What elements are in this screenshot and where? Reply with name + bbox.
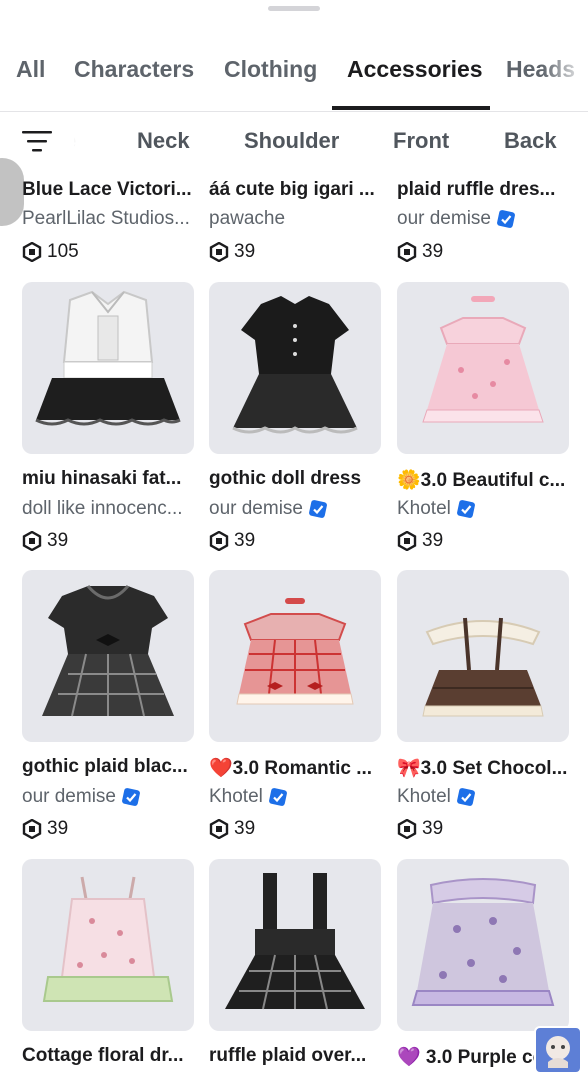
item-thumbnail[interactable]: [209, 859, 381, 1031]
price-value: 39: [422, 241, 444, 262]
tab-characters[interactable]: Characters: [74, 56, 194, 83]
subtab-back[interactable]: Back: [504, 128, 557, 154]
cottage-floral-dress-image: [42, 876, 174, 1002]
pink-floral-dress-image: [422, 296, 544, 423]
verified-badge-icon: [122, 788, 140, 806]
verified-badge-icon: [456, 788, 475, 806]
item-name: Cottage floral dr...: [22, 1045, 184, 1066]
verified-badge-icon: [268, 788, 287, 806]
filter-icon: [22, 131, 52, 152]
item-price: 39: [209, 530, 255, 552]
item-thumbnail[interactable]: [22, 282, 194, 454]
item-thumbnail[interactable]: [397, 859, 569, 1031]
item-creator[interactable]: Khotel: [397, 498, 573, 520]
purple-floral-dress-image: [411, 878, 555, 1006]
item-creator[interactable]: our demise: [22, 786, 198, 808]
item-price: 39: [397, 818, 443, 840]
subtab-neck[interactable]: Neck: [137, 128, 190, 154]
sheet-grabber[interactable]: [268, 6, 320, 11]
price-value: 39: [47, 530, 69, 551]
subtab-front[interactable]: Front: [393, 128, 449, 154]
item-thumbnail[interactable]: [209, 282, 381, 454]
item-name: 🌼3.0 Beautiful c...: [397, 470, 566, 491]
price-value: 39: [422, 818, 444, 839]
creator-name: Khotel: [397, 786, 451, 807]
item-name: gothic plaid blac...: [22, 756, 188, 777]
item-name: gothic doll dress: [209, 468, 362, 489]
item-creator[interactable]: pawache: [209, 208, 385, 230]
creator-name: PearlLilac Studios...: [22, 208, 190, 229]
item-name: áá cute big igari ...: [209, 179, 375, 200]
price-value: 39: [47, 818, 69, 839]
robux-icon: [22, 531, 42, 551]
creator-name: Khotel: [209, 786, 263, 807]
item-creator[interactable]: our demise: [209, 498, 385, 520]
item-name: 🎀3.0 Set Chocol...: [397, 758, 568, 779]
creator-name: our demise: [22, 786, 116, 807]
item-price: 39: [209, 241, 255, 263]
item-price: 105: [22, 241, 79, 263]
price-value: 39: [234, 818, 256, 839]
creator-name: pawache: [209, 208, 286, 229]
category-tabs: All Characters Clothing Accessories Head…: [0, 36, 588, 112]
item-thumbnail[interactable]: [22, 570, 194, 742]
creator-name: our demise: [397, 208, 491, 229]
chocolate-set-image: [422, 617, 544, 717]
robux-icon: [397, 242, 417, 262]
item-price: 39: [397, 530, 443, 552]
price-value: 39: [234, 530, 256, 551]
item-price: 39: [22, 818, 68, 840]
black-doll-dress-image: [232, 296, 358, 434]
avatar[interactable]: [534, 1026, 582, 1074]
item-price: 39: [209, 818, 255, 840]
verified-badge-icon: [309, 500, 327, 518]
black-plaid-dress-image: [42, 585, 174, 717]
price-value: 105: [47, 241, 79, 262]
verified-badge-icon: [456, 500, 475, 518]
item-thumbnail[interactable]: [22, 859, 194, 1031]
tab-all[interactable]: All: [16, 56, 45, 83]
robux-icon: [397, 531, 417, 551]
robux-icon: [397, 819, 417, 839]
subcategory-tabs: e Neck Shoulder Front Back: [0, 112, 588, 170]
item-thumbnail[interactable]: [397, 570, 569, 742]
item-grid: Blue Lace Victori... PearlLilac Studios.…: [0, 170, 588, 1080]
tab-clothing[interactable]: Clothing: [224, 56, 317, 83]
item-name: plaid ruffle dres...: [397, 179, 556, 200]
subtab-shoulder[interactable]: Shoulder: [244, 128, 339, 154]
item-thumbnail[interactable]: [209, 570, 381, 742]
creator-name: doll like innocenc...: [22, 498, 183, 519]
avatar-face-icon: [546, 1036, 570, 1068]
active-tab-indicator: [332, 106, 490, 110]
item-creator[interactable]: Khotel: [397, 786, 573, 808]
price-value: 39: [422, 530, 444, 551]
robux-icon: [209, 531, 229, 551]
item-creator[interactable]: PearlLilac Studios...: [22, 208, 198, 230]
plaid-overall-image: [225, 873, 365, 1010]
item-name: miu hinasaki fat...: [22, 468, 182, 489]
item-creator[interactable]: doll like innocenc...: [22, 498, 198, 520]
red-gingham-dress-image: [236, 598, 354, 705]
white-vest-skirt-image: [35, 290, 181, 426]
item-price: 39: [22, 530, 68, 552]
robux-icon: [209, 819, 229, 839]
robux-icon: [22, 242, 42, 262]
robux-icon: [209, 242, 229, 262]
price-value: 39: [234, 241, 256, 262]
item-name: Blue Lace Victori...: [22, 179, 192, 200]
assistive-touch-button[interactable]: [0, 158, 24, 226]
tab-accessories[interactable]: Accessories: [347, 56, 483, 83]
item-creator[interactable]: our demise: [397, 208, 573, 230]
tabs-fade: [542, 36, 588, 112]
creator-name: our demise: [209, 498, 303, 519]
verified-badge-icon: [497, 210, 515, 228]
item-name: ruffle plaid over...: [209, 1045, 367, 1066]
item-thumbnail[interactable]: [397, 282, 569, 454]
creator-name: Khotel: [397, 498, 451, 519]
item-name: ❤️3.0 Romantic ...: [209, 758, 373, 779]
item-price: 39: [397, 241, 443, 263]
item-creator[interactable]: Khotel: [209, 786, 385, 808]
robux-icon: [22, 819, 42, 839]
